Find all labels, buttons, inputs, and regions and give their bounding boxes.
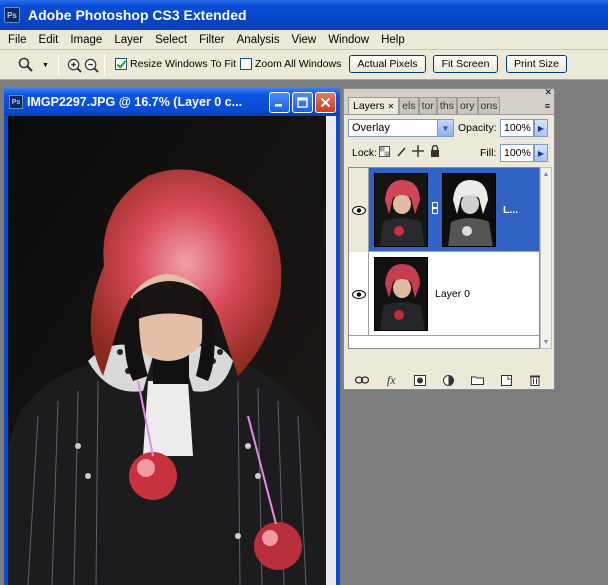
group-icon[interactable] [470, 373, 486, 387]
layer-mask-thumbnail[interactable] [442, 173, 496, 247]
tab-channels[interactable]: els [399, 97, 419, 114]
tab-navigator[interactable]: tor [418, 97, 437, 114]
print-size-button[interactable]: Print Size [506, 55, 567, 73]
layers-scrollbar[interactable]: ▲ ▼ [540, 167, 552, 349]
layer-name[interactable]: L... [503, 204, 518, 216]
layer-row-layer-0[interactable]: Layer 0 [349, 252, 539, 336]
layers-list: L... Layer 0 [348, 167, 540, 349]
layer-thumbnail [374, 173, 428, 247]
menu-edit[interactable]: Edit [33, 34, 65, 46]
app-title: Adobe Photoshop CS3 Extended [28, 7, 247, 23]
opacity-label: Opacity: [458, 122, 497, 134]
layer-name[interactable]: Layer 0 [435, 288, 470, 300]
tab-history[interactable]: ory [456, 97, 478, 114]
close-button[interactable] [315, 92, 336, 113]
photo-person-fur-hat [8, 116, 326, 585]
menu-select[interactable]: Select [149, 34, 193, 46]
tab-layers-label: Layers [353, 100, 385, 112]
maximize-icon [297, 97, 308, 108]
checkbox-unchecked-icon[interactable] [240, 58, 252, 70]
lock-icons [378, 145, 441, 157]
blend-mode-select[interactable]: Overlay ▼ [348, 119, 454, 137]
visibility-eye-icon[interactable] [349, 252, 369, 336]
menu-bar: File Edit Image Layer Select Filter Anal… [0, 30, 608, 50]
layer-thumbnail [374, 257, 428, 331]
trash-icon[interactable] [527, 373, 543, 387]
tab-actions[interactable]: ons [477, 97, 501, 114]
panel-menu-icon[interactable]: ≡ [545, 101, 550, 111]
mask-link-icon[interactable] [432, 202, 438, 217]
separator [58, 54, 59, 76]
tab-layers[interactable]: Layers ✕ [348, 97, 400, 114]
scroll-up-icon[interactable]: ▲ [541, 168, 551, 180]
visibility-eye-icon[interactable] [349, 168, 369, 252]
document-icon: Ps [9, 95, 23, 109]
zoom-tool-icon[interactable] [16, 56, 36, 74]
zoom-all-windows-checkbox[interactable]: Zoom All Windows [240, 58, 341, 70]
layers-panel: ✕ Layers ✕ els tor ths ory ons ≡ Overlay… [343, 87, 555, 390]
opacity-slider-arrow-icon[interactable]: ▶ [534, 119, 548, 137]
lock-position-move-icon[interactable] [412, 145, 424, 157]
chevron-down-icon[interactable]: ▼ [437, 120, 453, 136]
menu-analysis[interactable]: Analysis [231, 34, 286, 46]
fill-slider-arrow-icon[interactable]: ▶ [534, 144, 548, 162]
layers-panel-body: Overlay ▼ Opacity: 100% ▶ Lock: Fill: 10… [344, 114, 554, 389]
minimize-icon [275, 104, 282, 107]
separator [104, 54, 105, 76]
app-title-bar: Ps Adobe Photoshop CS3 Extended [0, 0, 608, 30]
maximize-button[interactable] [292, 92, 313, 113]
zoom-out-icon[interactable] [83, 56, 99, 74]
layers-footer: fx [344, 372, 554, 388]
fx-icon[interactable]: fx [383, 373, 399, 387]
actual-pixels-button[interactable]: Actual Pixels [349, 55, 426, 73]
zoom-in-icon[interactable] [66, 56, 82, 74]
lock-all-icon[interactable] [429, 145, 441, 157]
adjustment-icon[interactable] [441, 373, 457, 387]
panel-grip[interactable]: ✕ [344, 87, 554, 98]
tab-paths[interactable]: ths [436, 97, 457, 114]
link-icon[interactable] [354, 373, 370, 387]
menu-layer[interactable]: Layer [108, 34, 149, 46]
mask-icon[interactable] [412, 373, 428, 387]
minimize-button[interactable] [269, 92, 290, 113]
menu-window[interactable]: Window [322, 34, 375, 46]
document-scrollbar[interactable] [326, 116, 336, 585]
resize-windows-checkbox[interactable]: Resize Windows To Fit [115, 58, 236, 70]
photoshop-logo-icon: Ps [4, 7, 20, 23]
layer-row-adjustment[interactable]: L... [349, 168, 539, 252]
menu-image[interactable]: Image [64, 34, 108, 46]
opacity-field[interactable]: 100% [500, 119, 534, 137]
canvas-image[interactable] [8, 116, 326, 585]
tool-preset-caret-icon[interactable]: ▼ [42, 62, 49, 69]
fill-field[interactable]: 100% [500, 144, 534, 162]
close-icon [320, 97, 331, 108]
lock-label: Lock: [352, 147, 378, 159]
scroll-down-icon[interactable]: ▼ [541, 336, 551, 348]
blend-mode-value: Overlay [352, 122, 390, 134]
new-layer-icon[interactable] [499, 373, 515, 387]
document-title: IMGP2297.JPG @ 16.7% (Layer 0 c... [27, 95, 243, 109]
resize-windows-label: Resize Windows To Fit [130, 58, 237, 70]
menu-help[interactable]: Help [375, 34, 411, 46]
lock-pixels-brush-icon[interactable] [395, 145, 407, 157]
menu-file[interactable]: File [2, 34, 33, 46]
menu-view[interactable]: View [285, 34, 322, 46]
zoom-all-label: Zoom All Windows [255, 58, 342, 70]
document-window: Ps IMGP2297.JPG @ 16.7% (Layer 0 c... [4, 88, 340, 585]
fit-screen-button[interactable]: Fit Screen [433, 55, 498, 73]
panel-close-icon[interactable]: ✕ [544, 87, 552, 98]
lock-transparent-icon[interactable] [378, 145, 390, 157]
tab-close-icon[interactable]: ✕ [388, 102, 395, 111]
checkbox-checked-icon[interactable] [115, 58, 127, 70]
fill-label: Fill: [480, 147, 497, 159]
panel-tabs: Layers ✕ els tor ths ory ons [348, 97, 501, 114]
menu-filter[interactable]: Filter [193, 34, 231, 46]
